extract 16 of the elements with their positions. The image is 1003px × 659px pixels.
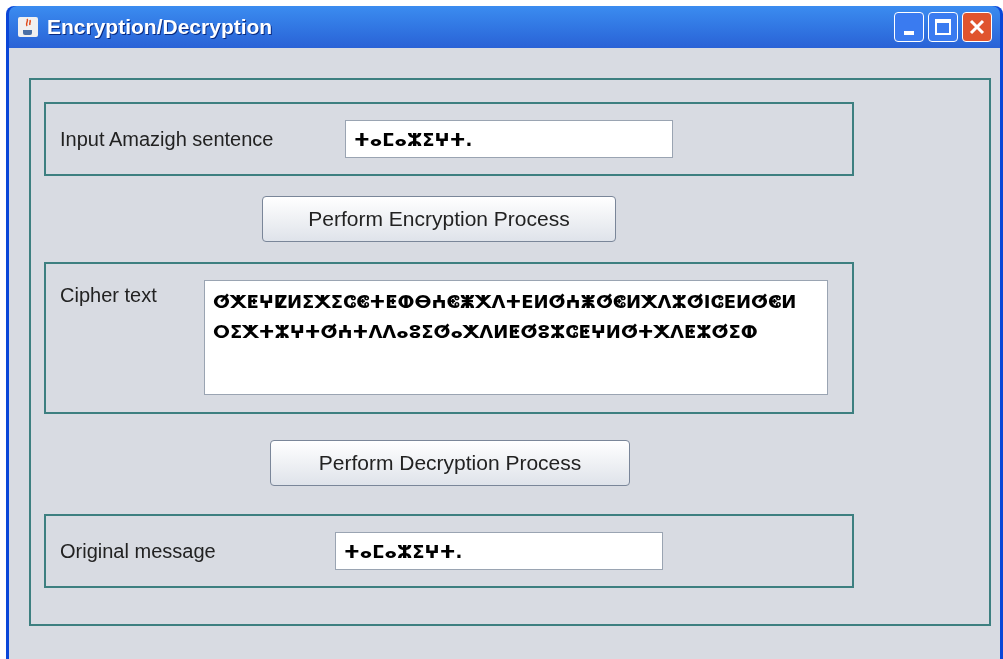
input-field[interactable]: ⵜⴰⵎⴰⵣⵉⵖⵜ. xyxy=(345,120,673,158)
output-label: Original message xyxy=(60,539,217,564)
close-icon xyxy=(969,19,985,35)
encrypt-button[interactable]: Perform Encryption Process xyxy=(262,196,616,242)
output-field[interactable]: ⵜⴰⵎⴰⵣⵉⵖⵜ. xyxy=(335,532,663,570)
input-label: Input Amazigh sentence xyxy=(60,127,275,152)
minimize-button[interactable] xyxy=(894,12,924,42)
maximize-icon xyxy=(935,19,951,35)
minimize-icon xyxy=(904,31,914,35)
coffee-cup-icon xyxy=(17,16,39,38)
close-button[interactable] xyxy=(962,12,992,42)
cipher-text-area[interactable]: ⵚⵅⵟⵖⵇⵍⵉⵅⵉⵛⵞⵜⵟⵀⴱⵄⵞⵥⵅⴷⵜⴹⵍⵚⵄⵥⵚⵞⵍⵅⴷⵣⵚⵏⵛⴹⵍⵚⵞⵍ ⵔⵉⵅⵜⵣⵖⵜⵚⵄⵜⴷⴷⴰⵓⵉⵚⴰⵅⴷⵍⵟⵚⵓⵣⵛⵟⵖⵍⵚⵜⵅⴷⵟⵣⵚⵉⵀ xyxy=(204,280,828,395)
maximize-button[interactable] xyxy=(928,12,958,42)
cipher-label: Cipher text xyxy=(60,283,158,308)
window-title: Encryption/Decryption xyxy=(47,14,273,41)
decrypt-button[interactable]: Perform Decryption Process xyxy=(270,440,630,486)
